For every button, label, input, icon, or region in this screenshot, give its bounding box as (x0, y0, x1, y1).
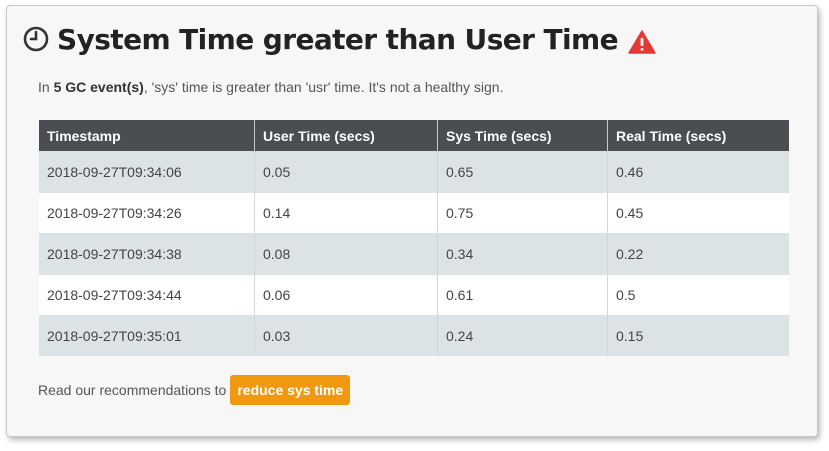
description-prefix: In (38, 79, 54, 95)
column-header-sys-time: Sys Time (secs) (437, 120, 608, 152)
gc-events-table: Timestamp User Time (secs) Sys Time (sec… (39, 120, 789, 356)
sys-time-cell: 0.75 (437, 192, 608, 234)
reduce-sys-time-button[interactable]: reduce sys time (230, 375, 351, 405)
page-title: System Time greater than User Time (57, 22, 619, 56)
sys-time-cell: 0.24 (437, 315, 608, 356)
timestamp-cell: 2018-09-27T09:34:26 (39, 192, 255, 234)
real-time-cell: 0.5 (607, 274, 789, 316)
real-time-cell: 0.22 (607, 233, 789, 275)
sys-time-cell: 0.65 (437, 151, 608, 193)
recommendation-text: Read our recommendations to (38, 382, 227, 398)
user-time-cell: 0.06 (254, 274, 438, 316)
sys-time-cell: 0.61 (437, 274, 608, 316)
table-header-row: Timestamp User Time (secs) Sys Time (sec… (39, 120, 789, 152)
user-time-cell: 0.08 (254, 233, 438, 275)
clock-icon (23, 26, 49, 52)
timestamp-cell: 2018-09-27T09:34:44 (39, 274, 255, 316)
real-time-cell: 0.15 (607, 315, 789, 356)
warning-icon (628, 29, 656, 55)
sys-time-panel: System Time greater than User Time In 5 … (6, 5, 818, 437)
user-time-cell: 0.05 (254, 151, 438, 193)
timestamp-cell: 2018-09-27T09:34:06 (39, 151, 255, 193)
column-header-real-time: Real Time (secs) (607, 120, 789, 152)
description-suffix: , 'sys' time is greater than 'usr' time.… (143, 79, 504, 95)
table-row: 2018-09-27T09:35:01 0.03 0.24 0.15 (39, 315, 789, 356)
user-time-cell: 0.03 (254, 315, 438, 356)
real-time-cell: 0.45 (607, 192, 789, 234)
column-header-user-time: User Time (secs) (254, 120, 438, 152)
user-time-cell: 0.14 (254, 192, 438, 234)
real-time-cell: 0.46 (607, 151, 789, 193)
timestamp-cell: 2018-09-27T09:34:38 (39, 233, 255, 275)
event-description: In 5 GC event(s), 'sys' time is greater … (38, 79, 503, 95)
title-row: System Time greater than User Time (23, 19, 656, 59)
table-row: 2018-09-27T09:34:26 0.14 0.75 0.45 (39, 192, 789, 234)
timestamp-cell: 2018-09-27T09:35:01 (39, 315, 255, 356)
event-count: 5 GC event(s) (53, 79, 144, 95)
table-row: 2018-09-27T09:34:06 0.05 0.65 0.46 (39, 151, 789, 193)
column-header-timestamp: Timestamp (39, 120, 255, 152)
table-row: 2018-09-27T09:34:38 0.08 0.34 0.22 (39, 233, 789, 275)
sys-time-cell: 0.34 (437, 233, 608, 275)
recommendation-row: Read our recommendations to reduce sys t… (38, 375, 351, 405)
table-row: 2018-09-27T09:34:44 0.06 0.61 0.5 (39, 274, 789, 316)
